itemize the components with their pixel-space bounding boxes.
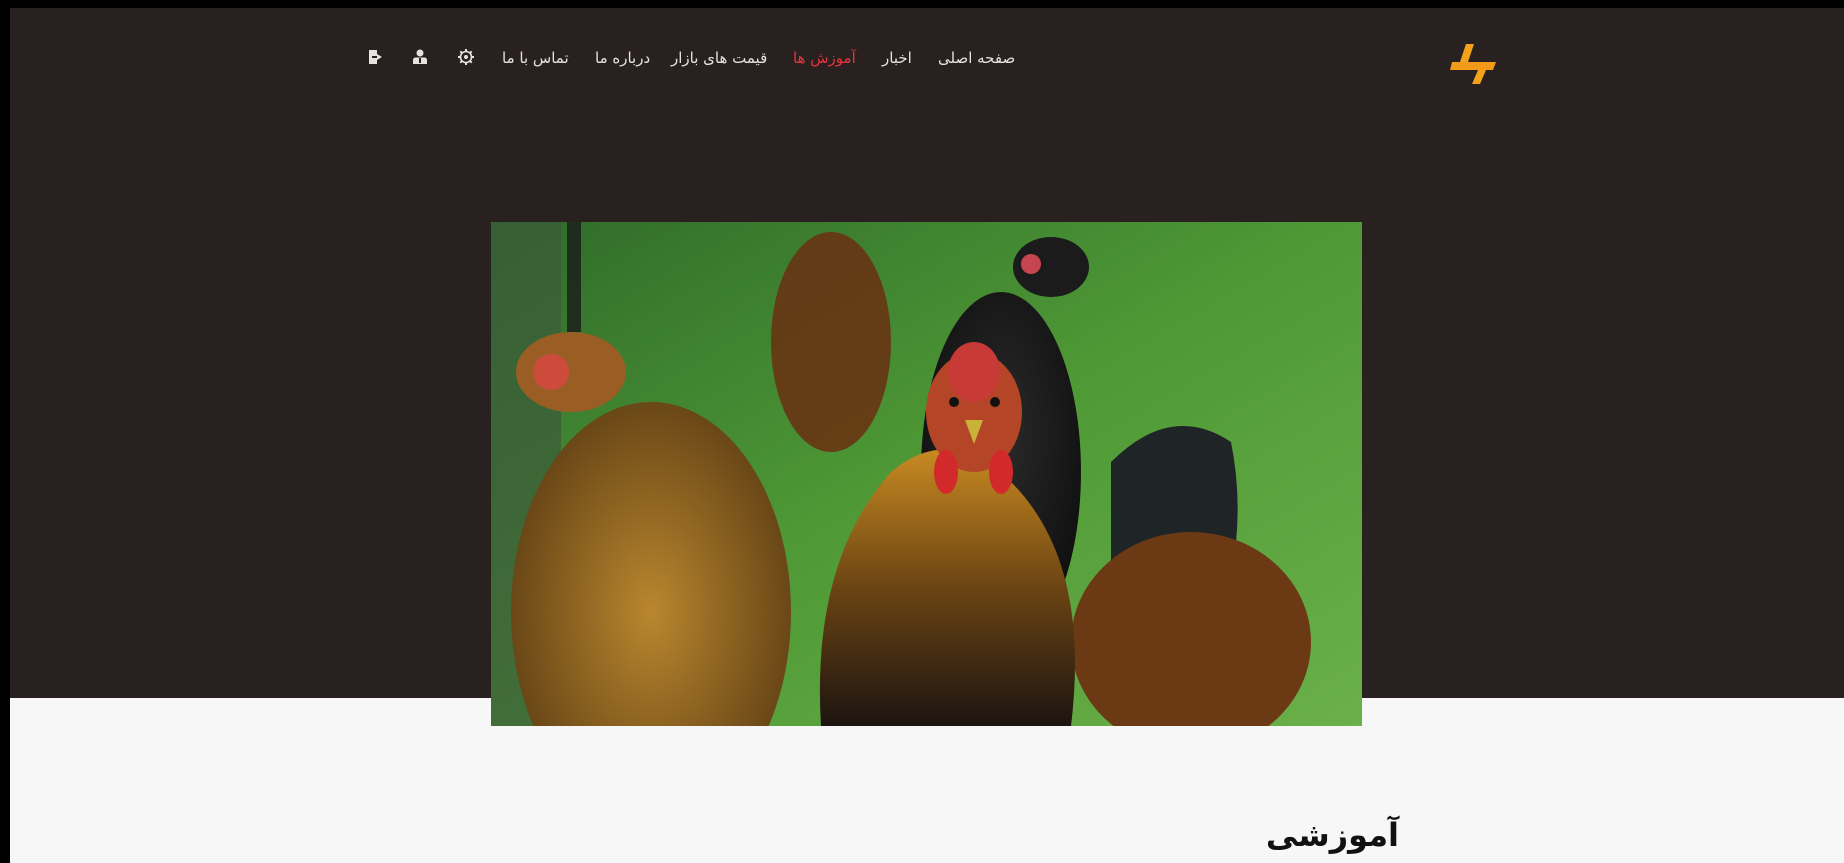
nav-item-market-prices[interactable]: قیمت های بازار (671, 46, 767, 70)
site-header: صفحه اصلی اخبار آموزش ها قیمت های بازار … (10, 8, 1844, 108)
nav-item-tutorials[interactable]: آموزش ها (793, 46, 856, 70)
nav-item-home[interactable]: صفحه اصلی (938, 46, 1015, 70)
nav-item-about[interactable]: درباره ما (595, 46, 650, 70)
nav-item-news[interactable]: اخبار (882, 46, 912, 70)
settings-icon[interactable] (457, 48, 475, 66)
logout-icon[interactable] (366, 48, 384, 66)
section-title: آموزشی (1265, 816, 1399, 854)
main-nav: صفحه اصلی اخبار آموزش ها قیمت های بازار … (10, 46, 1844, 70)
hero-image (491, 222, 1362, 726)
page-frame: صفحه اصلی اخبار آموزش ها قیمت های بازار … (10, 8, 1844, 863)
nav-item-contact[interactable]: تماس با ما (502, 46, 569, 70)
user-icon[interactable] (411, 48, 429, 66)
